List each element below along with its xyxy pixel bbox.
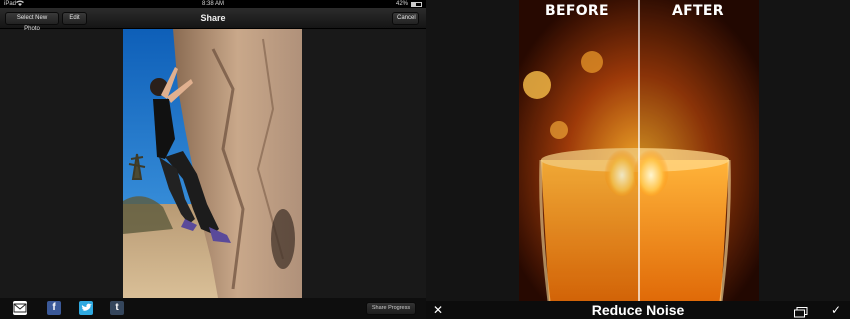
twitter-icon[interactable]	[79, 301, 93, 315]
screenshot-root: iPad 8:38 AM 42% Select New Photo Edit S…	[0, 0, 850, 319]
close-icon[interactable]: ✕	[433, 304, 443, 316]
navigation-bar: Select New Photo Edit Share Cancel	[0, 8, 426, 32]
cancel-button[interactable]: Cancel	[392, 12, 419, 25]
share-screen: iPad 8:38 AM 42% Select New Photo Edit S…	[0, 0, 426, 319]
before-after-comparison[interactable]	[519, 0, 759, 301]
tool-title: Reduce Noise	[591, 302, 685, 318]
before-label: BEFORE	[545, 3, 609, 19]
compare-icon[interactable]	[794, 305, 808, 318]
battery-percent: 42%	[395, 1, 408, 7]
reduce-noise-screen: BEFORE AFTER Reduce Noise ✕ ✓	[426, 0, 850, 319]
status-time: 8:38 AM	[201, 1, 224, 7]
after-label: AFTER	[672, 3, 724, 19]
mail-icon[interactable]	[13, 301, 27, 315]
share-progress-button[interactable]: Share Progress	[366, 302, 416, 315]
page-title: Share	[200, 13, 226, 23]
status-bar: iPad 8:38 AM 42%	[0, 0, 426, 8]
facebook-icon[interactable]: f	[47, 301, 61, 315]
tumblr-icon[interactable]: t	[110, 301, 124, 315]
battery-icon	[411, 2, 422, 7]
checkmark-icon[interactable]: ✓	[831, 303, 841, 317]
reduce-noise-toolbar: Reduce Noise ✕ ✓	[426, 301, 850, 319]
share-toolbar: f t Share Progress	[0, 298, 426, 319]
climber-photo	[123, 29, 302, 298]
